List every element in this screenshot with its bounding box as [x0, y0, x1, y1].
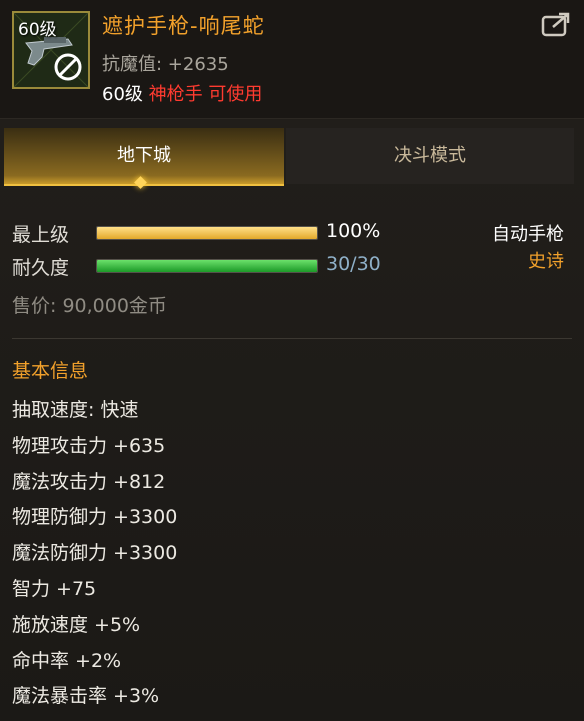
attribute-row: 命中率 +2%	[12, 649, 122, 672]
attribute-row: 物理防御力 +3300	[12, 506, 178, 529]
grade-label: 最上级	[12, 224, 70, 246]
attribute-row: 魔法暴击率 +3%	[12, 685, 160, 708]
item-rarity: 史诗	[528, 251, 564, 272]
divider	[12, 338, 572, 339]
required-class: 神枪手 可使用	[148, 84, 263, 105]
durability-bar-fill	[97, 260, 317, 272]
item-requirement: 60级 神枪手 可使用	[102, 80, 262, 106]
share-icon[interactable]	[541, 11, 573, 39]
item-level-badge: 60级	[18, 20, 57, 40]
mode-tabs: 地下城 决斗模式	[0, 128, 584, 186]
item-icon[interactable]: 60级	[12, 11, 90, 89]
durability-value: 30/30	[326, 253, 381, 275]
attribute-row: 施放速度 +5%	[12, 613, 141, 636]
sell-price: 售价: 90,000金币	[12, 295, 167, 317]
attribute-row: 魔法攻击力 +812	[12, 470, 166, 493]
tab-dungeon[interactable]: 地下城	[4, 128, 284, 186]
attribute-row: 智力 +75	[12, 577, 97, 600]
item-header: 60级 遮护手枪-响尾蛇 抗魔值: +2635 60级 神枪手 可使用	[0, 0, 584, 119]
attribute-row: 魔法防御力 +3300	[12, 542, 178, 565]
grade-bar-fill	[97, 227, 317, 239]
tab-pvp[interactable]: 决斗模式	[286, 128, 574, 184]
durability-bar	[96, 259, 318, 273]
section-title-basic-info: 基本信息	[12, 360, 89, 382]
required-level: 60级	[102, 84, 143, 105]
durability-label: 耐久度	[12, 257, 70, 279]
attribute-list: 抽取速度: 快速物理攻击力 +635 魔法攻击力 +812 物理防御力 +3300 魔…	[12, 393, 177, 715]
item-name: 遮护手枪-响尾蛇	[102, 14, 265, 38]
item-magic-resist: 抗魔值: +2635	[102, 54, 229, 75]
item-type: 自动手枪	[492, 224, 564, 245]
attribute-row: 物理攻击力 +635	[12, 434, 166, 457]
attribute-row: 抽取速度: 快速	[12, 399, 139, 421]
item-tooltip-panel: 60级 遮护手枪-响尾蛇 抗魔值: +2635 60级 神枪手 可使用 地下城 …	[0, 0, 584, 721]
grade-value: 100%	[326, 220, 381, 242]
grade-bar	[96, 226, 318, 240]
